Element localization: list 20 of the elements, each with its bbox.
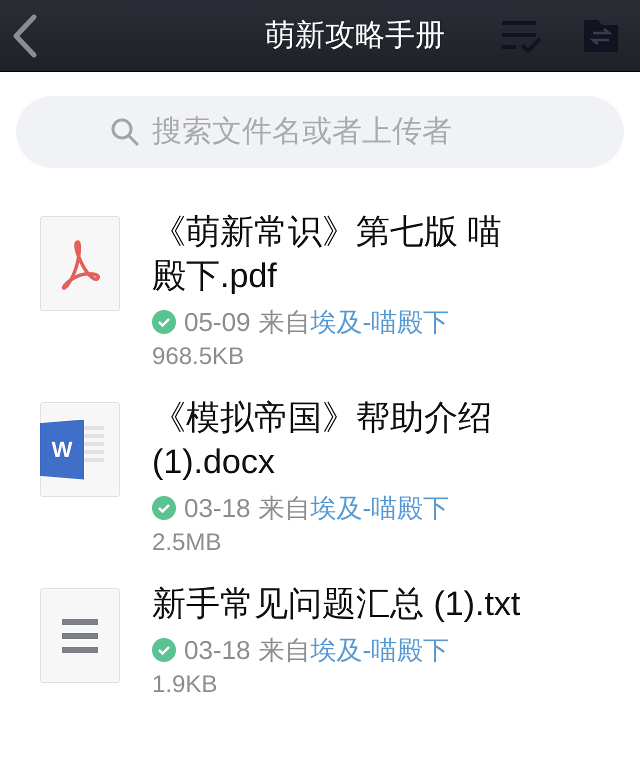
folder-transfer-icon[interactable]	[584, 20, 618, 52]
file-size: 2.5MB	[152, 528, 222, 558]
pdf-file-icon	[40, 216, 120, 311]
file-name[interactable]: 《模拟帝国》帮助介绍(1).docx	[152, 396, 527, 484]
window-title: 萌新攻略手册	[265, 18, 445, 54]
text-file-icon	[40, 588, 120, 683]
from-label: 来自	[258, 306, 310, 339]
upload-date: 05-09	[184, 306, 250, 339]
checklist-icon[interactable]	[502, 18, 544, 52]
from-label: 来自	[258, 634, 310, 667]
upload-date: 03-18	[184, 492, 250, 525]
file-size: 1.9KB	[152, 670, 218, 700]
search-icon	[110, 117, 140, 147]
from-label: 来自	[258, 492, 310, 525]
search-field[interactable]: 搜索文件名或者上传者	[16, 96, 624, 168]
file-size: 968.5KB	[152, 342, 246, 372]
file-name[interactable]: 《萌新常识》第七版 喵殿下.pdf	[152, 210, 527, 298]
file-name[interactable]: 新手常见问题汇总 (1).txt	[152, 582, 527, 626]
word-file-icon: W	[40, 402, 120, 497]
upload-date: 03-18	[184, 634, 250, 667]
